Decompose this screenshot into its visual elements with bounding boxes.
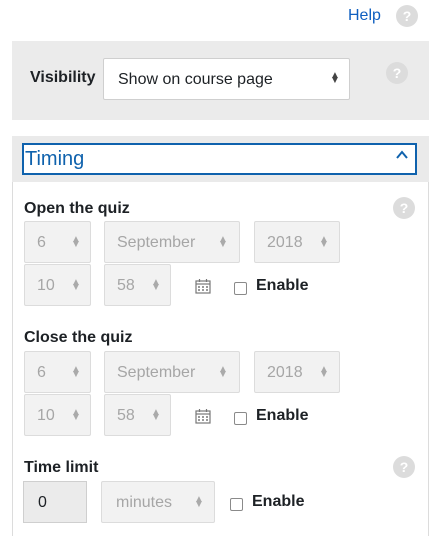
timing-title: Timing [25,148,85,170]
calendar-icon[interactable] [195,278,211,294]
close-minute-value: 58 [117,407,135,424]
close-year-value: 2018 [267,364,303,381]
select-caret-icon: ▲ ▼ [330,70,340,86]
close-day-value: 6 [37,364,46,381]
open-day-select[interactable]: 6 ▲ ▼ [24,221,91,263]
visibility-help-icon[interactable]: ? [386,62,408,84]
time-limit-label: Time limit [24,459,99,476]
select-caret-icon: ▲ ▼ [71,407,81,423]
open-enable-checkbox[interactable] [234,282,247,295]
open-minute-select[interactable]: 58 ▲ ▼ [104,264,171,306]
chevron-up-icon [396,150,408,159]
close-year-select[interactable]: 2018 ▲ ▼ [254,351,340,393]
timing-toggle[interactable]: Timing [22,143,417,175]
visibility-select[interactable]: Show on course page ▲ ▼ [103,58,350,100]
open-quiz-label: Open the quiz [24,200,130,217]
close-hour-select[interactable]: 10 ▲ ▼ [24,394,91,436]
help-link[interactable]: Help [348,7,381,25]
close-day-select[interactable]: 6 ▲ ▼ [24,351,91,393]
close-month-select[interactable]: September ▲ ▼ [104,351,240,393]
visibility-select-value: Show on course page [118,71,273,88]
select-caret-icon: ▲ ▼ [218,364,228,380]
select-caret-icon: ▲ ▼ [319,234,329,250]
time-limit-value: 0 [38,494,47,511]
select-caret-icon: ▲ ▼ [194,494,204,510]
open-enable-label[interactable]: Enable [256,277,308,295]
time-limit-unit-select[interactable]: minutes ▲ ▼ [101,481,215,523]
open-hour-select[interactable]: 10 ▲ ▼ [24,264,91,306]
time-limit-enable-checkbox[interactable] [230,498,243,511]
select-caret-icon: ▲ ▼ [151,407,161,423]
time-limit-help-icon[interactable]: ? [393,456,415,478]
select-caret-icon: ▲ ▼ [71,234,81,250]
time-limit-enable-label[interactable]: Enable [252,493,304,511]
close-hour-value: 10 [37,407,55,424]
close-enable-checkbox[interactable] [234,412,247,425]
open-month-select[interactable]: September ▲ ▼ [104,221,240,263]
time-limit-input[interactable]: 0 [23,481,87,523]
visibility-label: Visibility [30,69,96,86]
open-year-value: 2018 [267,234,303,251]
open-hour-value: 10 [37,277,55,294]
open-quiz-help-icon[interactable]: ? [393,197,415,219]
close-month-value: September [117,364,196,381]
select-caret-icon: ▲ ▼ [151,277,161,293]
calendar-icon[interactable] [195,408,211,424]
time-limit-unit-value: minutes [116,494,173,511]
select-caret-icon: ▲ ▼ [319,364,329,380]
close-minute-select[interactable]: 58 ▲ ▼ [104,394,171,436]
select-caret-icon: ▲ ▼ [71,277,81,293]
open-minute-value: 58 [117,277,135,294]
select-caret-icon: ▲ ▼ [218,234,228,250]
open-month-value: September [117,234,196,251]
help-icon[interactable]: ? [396,5,418,27]
close-enable-label[interactable]: Enable [256,407,308,425]
open-year-select[interactable]: 2018 ▲ ▼ [254,221,340,263]
open-day-value: 6 [37,234,46,251]
close-quiz-label: Close the quiz [24,329,133,346]
select-caret-icon: ▲ ▼ [71,364,81,380]
